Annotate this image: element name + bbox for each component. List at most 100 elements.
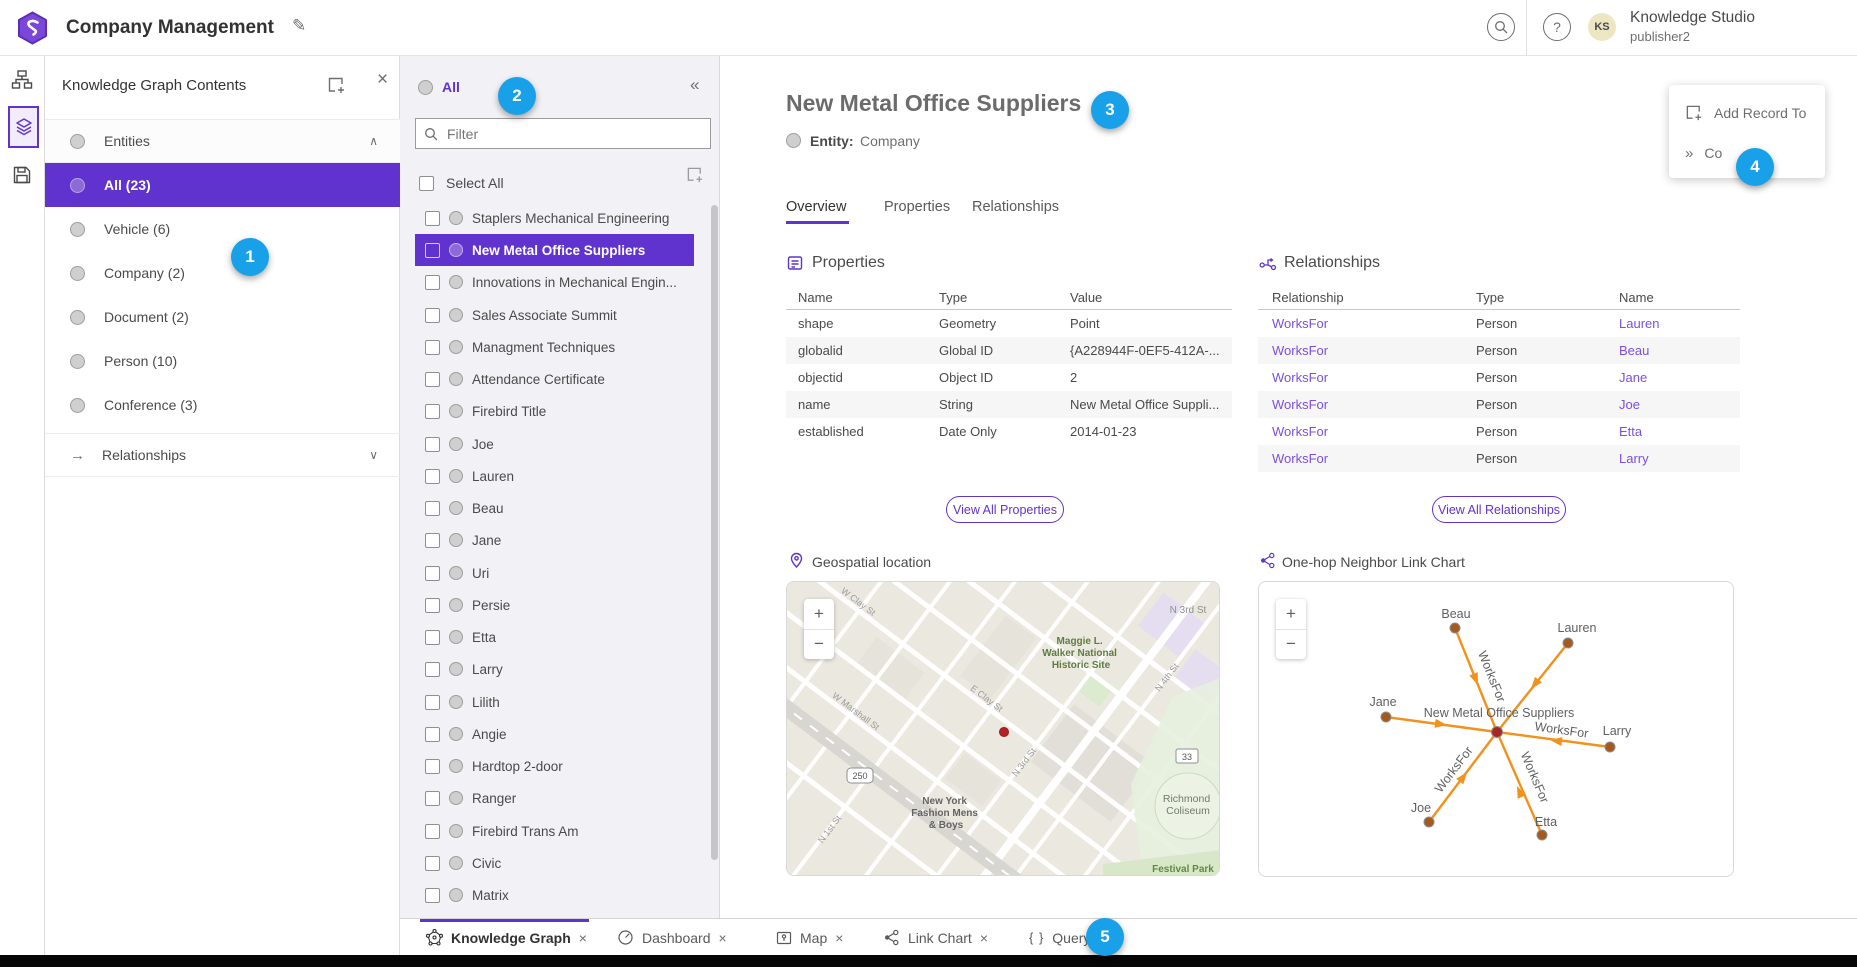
item-checkbox[interactable] bbox=[425, 533, 440, 548]
entity-link[interactable]: Lauren bbox=[1605, 316, 1740, 331]
item-checkbox[interactable] bbox=[425, 211, 440, 226]
item-checkbox[interactable] bbox=[425, 372, 440, 387]
tab-link-chart[interactable]: Link Chart × bbox=[883, 919, 988, 956]
item-checkbox[interactable] bbox=[425, 566, 440, 581]
close-panel-icon[interactable]: × bbox=[377, 69, 388, 91]
tab-properties[interactable]: Properties bbox=[884, 199, 950, 215]
table-row[interactable]: WorksForPersonBeau bbox=[1258, 337, 1740, 364]
list-item[interactable]: Jane bbox=[415, 524, 694, 556]
table-row[interactable]: shapeGeometryPoint bbox=[786, 310, 1232, 337]
item-checkbox[interactable] bbox=[425, 695, 440, 710]
list-item[interactable]: Beau bbox=[415, 492, 694, 524]
table-row[interactable]: establishedDate Only2014-01-23 bbox=[786, 418, 1232, 445]
relationship-link[interactable]: WorksFor bbox=[1258, 424, 1462, 439]
list-item[interactable]: Staplers Mechanical Engineering bbox=[415, 202, 694, 234]
view-all-relationships-button[interactable]: View All Relationships bbox=[1432, 496, 1566, 523]
item-checkbox[interactable] bbox=[425, 888, 440, 903]
item-checkbox[interactable] bbox=[425, 824, 440, 839]
item-checkbox[interactable] bbox=[425, 759, 440, 774]
list-item[interactable]: Civic bbox=[415, 847, 694, 879]
list-item[interactable]: Joe bbox=[415, 428, 694, 460]
tab-dashboard[interactable]: Dashboard × bbox=[617, 919, 727, 956]
item-checkbox[interactable] bbox=[425, 404, 440, 419]
list-item[interactable]: Larry bbox=[415, 653, 694, 685]
entity-type-row-document[interactable]: Document (2) bbox=[45, 295, 400, 339]
layers-icon-selected[interactable] bbox=[8, 106, 39, 148]
node-center[interactable] bbox=[1492, 727, 1503, 738]
map-canvas[interactable]: W Clay St E Clay St W Marshall St N 1st … bbox=[787, 582, 1220, 876]
entity-type-row-conference[interactable]: Conference (3) bbox=[45, 383, 400, 427]
edit-title-icon[interactable]: ✎ bbox=[292, 16, 306, 36]
list-item[interactable]: Sales Associate Summit bbox=[415, 299, 694, 331]
tab-overview[interactable]: Overview bbox=[786, 199, 846, 215]
zoom-out-button[interactable]: − bbox=[1276, 630, 1306, 660]
entity-link[interactable]: Larry bbox=[1605, 451, 1740, 466]
tab-knowledge-graph[interactable]: Knowledge Graph × bbox=[426, 919, 587, 956]
list-item[interactable]: Ranger bbox=[415, 782, 694, 814]
node-lauren[interactable] bbox=[1563, 638, 1573, 648]
entities-group-header[interactable]: Entities ∧ bbox=[45, 119, 400, 163]
link-chart[interactable]: Beau Lauren Jane Larry Joe Etta New Meta… bbox=[1258, 581, 1734, 877]
node-joe[interactable] bbox=[1424, 817, 1434, 827]
entity-type-row-company[interactable]: Company (2) bbox=[45, 251, 400, 295]
node-etta[interactable] bbox=[1537, 830, 1547, 840]
entity-link[interactable]: Jane bbox=[1605, 370, 1740, 385]
list-item[interactable]: Firebird Trans Am bbox=[415, 815, 694, 847]
col-header[interactable]: Value bbox=[1058, 290, 1232, 305]
item-checkbox[interactable] bbox=[425, 630, 440, 645]
filter-input[interactable] bbox=[445, 125, 702, 143]
entity-type-row-person[interactable]: Person (10) bbox=[45, 339, 400, 383]
entity-link[interactable]: Joe bbox=[1605, 397, 1740, 412]
add-record-icon[interactable] bbox=[686, 166, 704, 184]
zoom-in-button[interactable]: + bbox=[804, 599, 834, 630]
chevron-down-icon[interactable]: ∨ bbox=[369, 448, 378, 462]
relationship-link[interactable]: WorksFor bbox=[1258, 370, 1462, 385]
item-checkbox[interactable] bbox=[425, 437, 440, 452]
save-icon[interactable] bbox=[12, 165, 32, 185]
add-record-icon[interactable] bbox=[327, 76, 346, 95]
geospatial-map[interactable]: W Clay St E Clay St W Marshall St N 1st … bbox=[786, 581, 1220, 876]
link-chart-canvas[interactable]: Beau Lauren Jane Larry Joe Etta New Meta… bbox=[1259, 582, 1734, 877]
item-checkbox[interactable] bbox=[425, 727, 440, 742]
data-model-icon[interactable] bbox=[11, 69, 33, 91]
close-tab-icon[interactable]: × bbox=[579, 930, 587, 946]
list-item[interactable]: Matrix bbox=[415, 879, 694, 911]
node-larry[interactable] bbox=[1605, 742, 1615, 752]
entity-link[interactable]: Etta bbox=[1605, 424, 1740, 439]
col-header[interactable]: Type bbox=[1462, 290, 1605, 305]
list-item[interactable]: Firebird Title bbox=[415, 395, 694, 427]
col-header[interactable]: Name bbox=[1605, 290, 1740, 305]
col-header[interactable]: Relationship bbox=[1258, 290, 1462, 305]
item-checkbox[interactable] bbox=[425, 501, 440, 516]
entity-link[interactable]: Beau bbox=[1605, 343, 1740, 358]
list-item[interactable]: Angie bbox=[415, 718, 694, 750]
node-jane[interactable] bbox=[1381, 712, 1391, 722]
list-item[interactable]: Attendance Certificate bbox=[415, 363, 694, 395]
view-all-properties-button[interactable]: View All Properties bbox=[946, 496, 1064, 523]
list-item[interactable]: Managment Techniques bbox=[415, 331, 694, 363]
item-checkbox[interactable] bbox=[425, 340, 440, 355]
scrollbar[interactable] bbox=[711, 205, 718, 860]
relationships-group-header[interactable]: → Relationships ∨ bbox=[45, 433, 400, 477]
tab-map[interactable]: Map × bbox=[776, 919, 843, 956]
list-item[interactable]: Etta bbox=[415, 621, 694, 653]
list-item-selected[interactable]: New Metal Office Suppliers bbox=[415, 234, 694, 266]
table-row[interactable]: WorksForPersonLarry bbox=[1258, 445, 1740, 472]
close-tab-icon[interactable]: × bbox=[835, 930, 843, 946]
item-checkbox[interactable] bbox=[425, 856, 440, 871]
table-row[interactable]: nameStringNew Metal Office Suppli... bbox=[786, 391, 1232, 418]
tab-relationships[interactable]: Relationships bbox=[972, 199, 1059, 215]
relationship-link[interactable]: WorksFor bbox=[1258, 316, 1462, 331]
list-item[interactable]: Lilith bbox=[415, 686, 694, 718]
collapse-panel-icon[interactable]: « bbox=[690, 75, 699, 95]
zoom-in-button[interactable]: + bbox=[1276, 599, 1306, 630]
list-item[interactable]: Persie bbox=[415, 589, 694, 621]
close-tab-icon[interactable]: × bbox=[980, 930, 988, 946]
select-all-checkbox[interactable] bbox=[419, 176, 434, 191]
table-row[interactable]: objectidObject ID2 bbox=[786, 364, 1232, 391]
relationship-link[interactable]: WorksFor bbox=[1258, 397, 1462, 412]
zoom-out-button[interactable]: − bbox=[804, 630, 834, 660]
item-checkbox[interactable] bbox=[425, 275, 440, 290]
search-icon[interactable] bbox=[1487, 13, 1515, 41]
table-row[interactable]: WorksForPersonLauren bbox=[1258, 310, 1740, 337]
